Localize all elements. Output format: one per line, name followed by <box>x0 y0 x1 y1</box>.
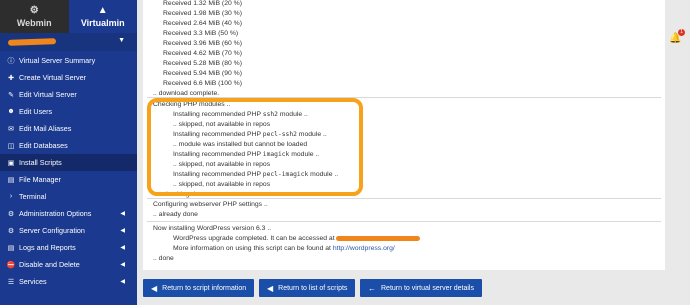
output-line: Received 5.28 MiB (80 %) <box>163 60 242 67</box>
notification-badge: 1 <box>678 29 685 36</box>
sidebar-item-file-manager[interactable]: ▤ File Manager <box>0 171 137 188</box>
button-label: Return to list of scripts <box>278 284 348 292</box>
tab-webmin-label: Webmin <box>16 17 52 28</box>
sidebar-item-label: Server Configuration <box>19 226 85 235</box>
tab-virtualmin[interactable]: ▲ Virtualmin <box>68 0 137 33</box>
sidebar-item-label: Virtual Server Summary <box>19 56 96 65</box>
sidebar-item-create-virtual-server[interactable]: ✚ Create Virtual Server <box>0 69 137 86</box>
output-line: Received 1.32 MiB (20 %) <box>163 0 242 7</box>
sidebar-item-services[interactable]: ☰ Services ◀ <box>0 273 137 290</box>
output-line: Received 1.98 MiB (30 %) <box>163 10 242 17</box>
orange-highlight-annotation <box>147 98 363 196</box>
virtualmin-icon: ▲ <box>97 4 108 16</box>
arrow-circle-left-icon: ◀ <box>151 283 158 293</box>
output-line: Received 2.64 MiB (40 %) <box>163 20 242 27</box>
button-label: Return to script information <box>162 284 247 292</box>
terminal-icon: › <box>9 193 13 200</box>
sidebar-item-edit-databases[interactable]: ◫ Edit Databases <box>0 137 137 154</box>
return-to-script-information-button[interactable]: ◀ Return to script information <box>143 279 255 297</box>
expand-arrow-icon: ◀ <box>120 211 125 217</box>
sidebar-item-edit-users[interactable]: ☻ Edit Users <box>0 103 137 120</box>
folder-icon: ▤ <box>7 176 15 184</box>
sidebar-item-label: Terminal <box>19 192 47 201</box>
scripts-icon: ▣ <box>7 159 15 167</box>
users-icon: ☻ <box>7 108 15 115</box>
divider <box>147 198 661 199</box>
chart-icon: ▤ <box>7 244 15 252</box>
output-line: Received 3.96 MiB (60 %) <box>163 40 242 47</box>
domain-selector[interactable]: ▼ <box>0 33 137 51</box>
output-line: Now installing WordPress version 6.3 .. <box>153 225 272 232</box>
sidebar: ⚙ Webmin ▲ Virtualmin ▼ ⓘ Virtual Server … <box>0 0 137 305</box>
output-line: Received 6.6 MiB (100 %) <box>163 80 242 87</box>
expand-arrow-icon: ◀ <box>120 245 125 251</box>
output-line: WordPress upgrade completed. It can be a… <box>173 235 421 242</box>
return-to-list-of-scripts-button[interactable]: ◀ Return to list of scripts <box>259 279 356 297</box>
button-label: Return to virtual server details <box>381 284 474 292</box>
return-to-virtual-server-details-button[interactable]: ← Return to virtual server details <box>360 279 482 297</box>
sidebar-item-label: Edit Users <box>19 107 53 116</box>
main-content: Received 1.32 MiB (20 %) Received 1.98 M… <box>137 0 690 305</box>
app-window: ⚙ Webmin ▲ Virtualmin ▼ ⓘ Virtual Server … <box>0 0 690 305</box>
output-line: .. already done <box>153 211 198 218</box>
sidebar-item-label: Administration Options <box>19 209 92 218</box>
sidebar-item-label: Logs and Reports <box>19 243 76 252</box>
output-line: Configuring webserver PHP settings .. <box>153 201 268 208</box>
sidebar-item-edit-virtual-server[interactable]: ✎ Edit Virtual Server <box>0 86 137 103</box>
sidebar-item-terminal[interactable]: › Terminal <box>0 188 137 205</box>
sidebar-item-label: Install Scripts <box>19 158 62 167</box>
divider <box>147 221 661 222</box>
output-panel: Received 1.32 MiB (20 %) Received 1.98 M… <box>143 0 665 270</box>
sidebar-item-label: Edit Mail Aliases <box>19 124 72 133</box>
config-icon: ⚙ <box>7 227 15 235</box>
output-line: Received 4.62 MiB (70 %) <box>163 50 242 57</box>
sidebar-item-label: Create Virtual Server <box>19 73 86 82</box>
sidebar-item-logs-and-reports[interactable]: ▤ Logs and Reports ◀ <box>0 239 137 256</box>
url-redaction <box>336 235 421 241</box>
output-line: .. download complete. <box>153 90 220 97</box>
arrow-left-icon: ← <box>368 283 376 293</box>
sidebar-item-administration-options[interactable]: ⚙ Administration Options ◀ <box>0 205 137 222</box>
edit-icon: ✎ <box>8 91 14 99</box>
sidebar-item-edit-mail-aliases[interactable]: ✉ Edit Mail Aliases <box>0 120 137 137</box>
sidebar-item-disable-and-delete[interactable]: ⛔ Disable and Delete ◀ <box>0 256 137 273</box>
expand-arrow-icon: ◀ <box>120 262 125 268</box>
sidebar-item-server-configuration[interactable]: ⚙ Server Configuration ◀ <box>0 222 137 239</box>
sidebar-item-virtual-server-summary[interactable]: ⓘ Virtual Server Summary <box>0 52 137 69</box>
disable-icon: ⛔ <box>6 261 16 269</box>
product-tabs: ⚙ Webmin ▲ Virtualmin <box>0 0 137 33</box>
output-line: More information on using this script ca… <box>173 245 395 252</box>
tab-webmin[interactable]: ⚙ Webmin <box>0 0 69 33</box>
info-icon: ⓘ <box>7 57 15 65</box>
sidebar-item-label: Services <box>19 277 47 286</box>
chevron-down-icon: ▼ <box>118 37 125 44</box>
services-icon: ☰ <box>7 278 15 286</box>
sidebar-item-label: Disable and Delete <box>19 260 80 269</box>
domain-redaction <box>7 38 57 46</box>
sidebar-item-install-scripts[interactable]: ▣ Install Scripts <box>0 154 137 171</box>
sidebar-item-label: File Manager <box>19 175 61 184</box>
sidebar-item-label: Edit Databases <box>19 141 68 150</box>
expand-arrow-icon: ◀ <box>120 279 125 285</box>
create-icon: ✚ <box>8 74 14 82</box>
sidebar-menu: ⓘ Virtual Server Summary ✚ Create Virtual … <box>0 52 137 290</box>
output-line: .. done <box>153 255 174 262</box>
webmin-gear-icon: ⚙ <box>29 4 39 16</box>
output-line: Received 5.94 MiB (90 %) <box>163 70 242 77</box>
tab-virtualmin-label: Virtualmin <box>80 17 125 28</box>
database-icon: ◫ <box>7 142 15 150</box>
wordpress-link[interactable]: http://wordpress.org/ <box>333 245 395 252</box>
sidebar-item-label: Edit Virtual Server <box>19 90 77 99</box>
admin-icon: ⚙ <box>7 210 15 218</box>
expand-arrow-icon: ◀ <box>120 228 125 234</box>
arrow-circle-left-icon: ◀ <box>267 283 274 293</box>
mail-icon: ✉ <box>8 125 14 133</box>
output-line: Received 3.3 MiB (50 %) <box>163 30 239 37</box>
